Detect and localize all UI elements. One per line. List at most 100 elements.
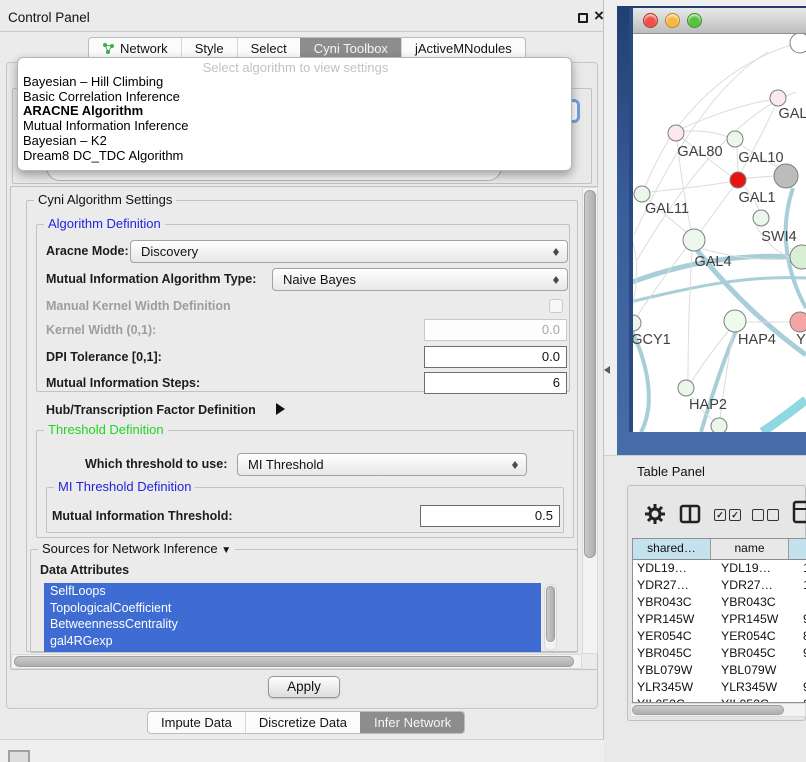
close-window-icon[interactable] xyxy=(643,13,658,28)
node-table: shared… name YDL19…YDL19…13YDR27…YDR27…1… xyxy=(632,538,806,703)
attribute-item[interactable]: gal4RGexp xyxy=(44,633,541,650)
network-node[interactable] xyxy=(633,315,641,331)
algorithm-option[interactable]: Dream8 DC_TDC Algorithm xyxy=(18,149,566,164)
which-threshold-combo[interactable]: MI Threshold xyxy=(237,453,527,476)
network-node-label: GAL xyxy=(778,106,806,122)
column-header-name[interactable]: name xyxy=(711,539,789,559)
settings-vscrollbar-thumb[interactable] xyxy=(584,190,596,558)
columns-icon[interactable] xyxy=(679,504,701,524)
tab-infer-network[interactable]: Infer Network xyxy=(360,712,464,733)
sash-collapse-icon[interactable] xyxy=(600,366,610,374)
tab-jactivemnodules[interactable]: jActiveMNodules xyxy=(401,38,525,59)
dpi-tolerance-field[interactable]: 0.0 xyxy=(424,346,567,368)
table-cell: YDL19… xyxy=(633,560,714,577)
apply-button[interactable]: Apply xyxy=(268,676,340,698)
algorithm-option-selected[interactable]: ARACNE Algorithm xyxy=(18,104,566,119)
cyni-bottom-tabbar: Impute Data Discretize Data Infer Networ… xyxy=(147,711,465,734)
mutual-information-threshold-label: Mutual Information Threshold: xyxy=(52,505,233,527)
algorithm-option[interactable]: Bayesian – Hill Climbing xyxy=(18,75,566,90)
float-window-icon[interactable] xyxy=(578,13,588,23)
table-row[interactable]: YIL052CYIL052C0 xyxy=(633,696,806,703)
mutual-information-threshold-field[interactable]: 0.5 xyxy=(420,505,560,527)
attribute-item[interactable]: TopologicalCoefficient xyxy=(44,600,541,617)
network-node[interactable] xyxy=(770,90,786,106)
table-row[interactable]: YBR045CYBR045C9. xyxy=(633,645,806,662)
network-node[interactable] xyxy=(668,125,684,141)
network-node[interactable] xyxy=(790,312,806,332)
tab-style[interactable]: Style xyxy=(181,38,237,59)
table-body: YDL19…YDL19…13YDR27…YDR27…12YBR043CYBR04… xyxy=(633,560,806,703)
minimized-panel-icon[interactable] xyxy=(8,750,30,762)
expand-arrow-icon[interactable] xyxy=(276,403,291,415)
table-row[interactable]: YBL079WYBL079W xyxy=(633,662,806,679)
tab-select[interactable]: Select xyxy=(237,38,300,59)
column-header-shared-name[interactable]: shared… xyxy=(633,539,711,559)
network-node[interactable] xyxy=(790,245,806,269)
mi-algorithm-type-combo[interactable]: Naive Bayes xyxy=(272,268,568,291)
network-node-label: GAL10 xyxy=(738,150,783,166)
table-row[interactable]: YDR27…YDR27…12 xyxy=(633,577,806,594)
network-node[interactable] xyxy=(683,229,705,251)
manual-kernel-width-checkbox[interactable] xyxy=(549,299,563,313)
table-hscrollbar-thumb[interactable] xyxy=(632,705,784,715)
table-row[interactable]: YBR043CYBR043C xyxy=(633,594,806,611)
network-node[interactable] xyxy=(753,210,769,226)
network-node[interactable] xyxy=(774,164,798,188)
hub-section-label[interactable]: Hub/Transcription Factor Definition xyxy=(46,399,256,421)
zoom-window-icon[interactable] xyxy=(687,13,702,28)
tab-network[interactable]: Network xyxy=(89,38,181,59)
attribute-item[interactable]: SelfLoops xyxy=(44,583,541,600)
data-attributes-label: Data Attributes xyxy=(40,559,129,581)
dpi-tolerance-label: DPI Tolerance [0,1]: xyxy=(46,346,162,368)
aracne-mode-combo[interactable]: Discovery xyxy=(130,240,568,263)
network-node-label: GAL80 xyxy=(677,144,722,160)
network-node[interactable] xyxy=(790,34,806,53)
algorithm-option[interactable]: Basic Correlation Inference xyxy=(18,90,566,105)
table-cell: YBL079W xyxy=(714,662,798,679)
network-node[interactable] xyxy=(730,172,746,188)
gear-icon[interactable] xyxy=(644,503,666,525)
network-node[interactable] xyxy=(724,310,746,332)
aracne-mode-label: Aracne Mode: xyxy=(46,240,129,262)
network-node-label: GAL4 xyxy=(694,254,731,270)
table-cell: YBR045C xyxy=(633,645,714,662)
mi-steps-field[interactable]: 6 xyxy=(424,372,567,394)
column-header-clipped[interactable] xyxy=(789,539,806,559)
stepper-arrows-icon xyxy=(552,273,561,287)
tab-discretize-data[interactable]: Discretize Data xyxy=(245,712,360,733)
sources-title[interactable]: Sources for Network Inference ▼ xyxy=(38,542,235,558)
table-row[interactable]: YDL19…YDL19…13 xyxy=(633,560,806,577)
tab-cyni-toolbox[interactable]: Cyni Toolbox xyxy=(300,38,401,59)
settings-hscrollbar-thumb[interactable] xyxy=(14,656,574,667)
algorithm-option[interactable]: Mutual Information Inference xyxy=(18,119,566,134)
close-panel-icon[interactable]: × xyxy=(594,8,604,24)
minimize-window-icon[interactable] xyxy=(665,13,680,28)
network-canvas[interactable]: GALGAL80GAL10GAL1GAL11SWI4GAL4GCY1HAP4YH… xyxy=(633,34,806,432)
control-panel-title: Control Panel xyxy=(8,10,90,25)
attributes-scrollbar-thumb[interactable] xyxy=(546,586,555,642)
algorithm-option[interactable]: Bayesian – K2 xyxy=(18,134,566,149)
file-icon[interactable] xyxy=(792,500,806,524)
threshold-definition-title: Threshold Definition xyxy=(44,423,168,437)
table-row[interactable]: YPR145WYPR145W9. xyxy=(633,611,806,628)
table-cell: YBR043C xyxy=(633,594,714,611)
network-node[interactable] xyxy=(727,131,743,147)
table-row[interactable]: YLR345WYLR345W9. xyxy=(633,679,806,696)
table-header-row: shared… name xyxy=(633,539,806,560)
tab-impute-data[interactable]: Impute Data xyxy=(148,712,245,733)
deselect-all-checkboxes-icon[interactable] xyxy=(752,509,779,521)
select-all-checkboxes-icon[interactable]: ✓ ✓ xyxy=(714,509,741,521)
table-cell: YER054C xyxy=(714,628,798,645)
sources-title-text: Sources for Network Inference xyxy=(42,541,218,556)
attribute-item[interactable]: BetweennessCentrality xyxy=(44,616,541,633)
network-node[interactable] xyxy=(711,418,727,432)
table-cell: YDL19… xyxy=(714,560,798,577)
collapse-arrow-icon[interactable]: ▼ xyxy=(221,545,231,556)
table-row[interactable]: YER054CYER054C8. xyxy=(633,628,806,645)
network-node-label: GAL1 xyxy=(738,190,775,206)
titlebar-divider xyxy=(0,31,604,32)
network-node[interactable] xyxy=(634,186,650,202)
network-node[interactable] xyxy=(678,380,694,396)
network-window-titlebar[interactable] xyxy=(633,8,806,34)
kernel-width-field[interactable]: 0.0 xyxy=(424,319,567,341)
